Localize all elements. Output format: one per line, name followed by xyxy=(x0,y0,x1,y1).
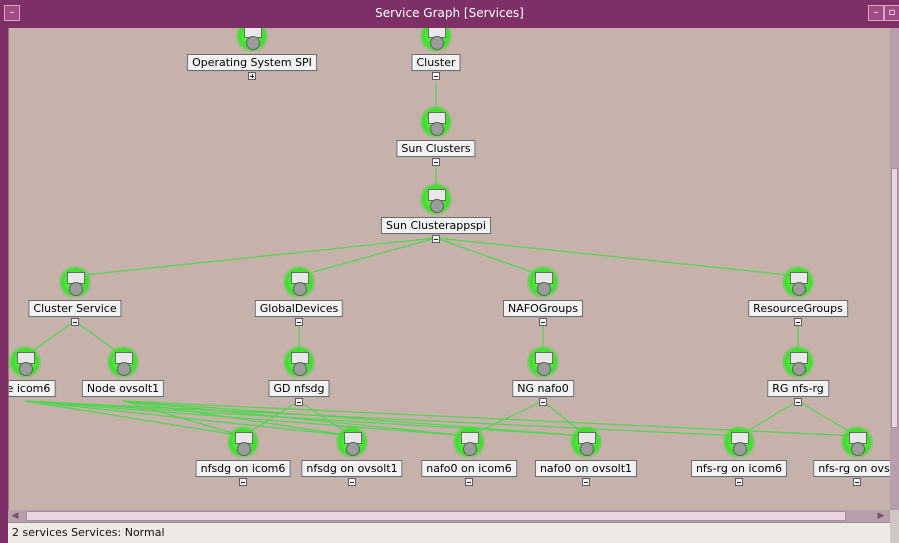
graph-node-label[interactable]: de icom6 xyxy=(9,380,56,397)
server-icon[interactable] xyxy=(9,346,41,378)
server-icon[interactable] xyxy=(453,426,485,458)
graph-node-rg-nfs-rg[interactable]: RG nfs-rg xyxy=(738,346,858,406)
graph-node-label[interactable]: GlobalDevices xyxy=(254,300,344,317)
graph-node-nfsdg-ovsolt1[interactable]: nfsdg on ovsolt1 xyxy=(292,426,412,486)
scroll-left-icon[interactable]: ◀ xyxy=(10,511,20,521)
graph-node-label[interactable]: Operating System SPI xyxy=(187,54,317,71)
graph-node-label[interactable]: nfs-rg on ovsc xyxy=(813,460,891,477)
graph-node-globaldevices[interactable]: GlobalDevices xyxy=(239,266,359,326)
graph-node-nafogroups[interactable]: NAFOGroups xyxy=(483,266,603,326)
collapse-icon[interactable] xyxy=(539,318,547,326)
expand-icon[interactable] xyxy=(248,72,256,80)
collapse-icon[interactable] xyxy=(348,478,356,486)
graph-node-nfs-rg-icom6[interactable]: nfs-rg on icom6 xyxy=(679,426,799,486)
collapse-icon[interactable] xyxy=(239,478,247,486)
server-icon[interactable] xyxy=(782,346,814,378)
server-icon[interactable] xyxy=(570,426,602,458)
server-icon[interactable] xyxy=(420,28,452,52)
window-frame-left xyxy=(0,28,8,543)
service-graph-window: – Service Graph [Services] – ▫ Operating… xyxy=(0,0,899,543)
graph-node-label[interactable]: Sun Clusterappspi xyxy=(381,217,491,234)
server-icon[interactable] xyxy=(107,346,139,378)
collapse-icon[interactable] xyxy=(71,318,79,326)
collapse-icon[interactable] xyxy=(794,318,802,326)
collapse-icon[interactable] xyxy=(432,158,440,166)
window-titlebar[interactable]: – Service Graph [Services] – ▫ xyxy=(0,0,899,28)
maximize-icon: ▫ xyxy=(888,7,896,18)
collapse-icon[interactable] xyxy=(853,478,861,486)
server-icon[interactable] xyxy=(420,106,452,138)
graph-node-os-spi[interactable]: Operating System SPI xyxy=(187,28,317,80)
graph-node-nafo0-ovsolt1[interactable]: nafo0 on ovsolt1 xyxy=(526,426,646,486)
vertical-scrollbar[interactable] xyxy=(890,28,899,510)
graph-node-cluster[interactable]: Cluster xyxy=(376,28,496,80)
graph-node-label[interactable]: Node ovsolt1 xyxy=(81,380,165,397)
graph-node-label[interactable]: Sun Clusters xyxy=(396,140,476,157)
server-icon[interactable] xyxy=(527,346,559,378)
minimize-button[interactable]: – xyxy=(868,5,884,21)
graph-node-label[interactable]: nfs-rg on icom6 xyxy=(690,460,788,477)
server-icon[interactable] xyxy=(420,183,452,215)
collapse-icon[interactable] xyxy=(432,235,440,243)
graph-node-label[interactable]: NAFOGroups xyxy=(503,300,583,317)
server-icon[interactable] xyxy=(841,426,873,458)
collapse-icon[interactable] xyxy=(295,318,303,326)
scroll-right-icon[interactable]: ▶ xyxy=(876,511,886,521)
graph-node-label[interactable]: RG nfs-rg xyxy=(767,380,829,397)
horizontal-scrollbar-thumb[interactable] xyxy=(26,511,846,521)
collapse-icon[interactable] xyxy=(582,478,590,486)
status-bar: 2 services Services: Normal xyxy=(8,522,890,543)
collapse-icon[interactable] xyxy=(295,398,303,406)
minimize-icon: – xyxy=(873,7,879,18)
server-icon[interactable] xyxy=(283,346,315,378)
vertical-scrollbar-thumb[interactable] xyxy=(891,168,898,428)
graph-node-label[interactable]: nfsdg on icom6 xyxy=(195,460,291,477)
collapse-icon[interactable] xyxy=(465,478,473,486)
collapse-icon[interactable] xyxy=(432,72,440,80)
server-icon[interactable] xyxy=(782,266,814,298)
graph-node-label[interactable]: Cluster xyxy=(411,54,461,71)
graph-node-nfsdg-icom6[interactable]: nfsdg on icom6 xyxy=(183,426,303,486)
graph-node-nafo0-icom6[interactable]: nafo0 on icom6 xyxy=(409,426,529,486)
server-icon[interactable] xyxy=(723,426,755,458)
graph-node-label[interactable]: nafo0 on ovsolt1 xyxy=(534,460,638,477)
server-icon[interactable] xyxy=(227,426,259,458)
graph-node-label[interactable]: nfsdg on ovsolt1 xyxy=(301,460,403,477)
graph-node-label[interactable]: ResourceGroups xyxy=(748,300,848,317)
graph-node-resourcegroups[interactable]: ResourceGroups xyxy=(738,266,858,326)
graph-node-gd-nfsdg[interactable]: GD nfsdg xyxy=(239,346,359,406)
server-icon[interactable] xyxy=(236,28,268,52)
horizontal-scrollbar[interactable]: ◀ ▶ xyxy=(8,510,890,522)
server-icon[interactable] xyxy=(527,266,559,298)
collapse-icon[interactable] xyxy=(539,398,547,406)
server-icon[interactable] xyxy=(59,266,91,298)
window-title: Service Graph [Services] xyxy=(375,6,524,20)
server-icon[interactable] xyxy=(283,266,315,298)
graph-node-label[interactable]: nafo0 on icom6 xyxy=(421,460,517,477)
maximize-button[interactable]: ▫ xyxy=(884,5,899,21)
collapse-icon[interactable] xyxy=(794,398,802,406)
collapse-icon[interactable] xyxy=(735,478,743,486)
server-icon[interactable] xyxy=(336,426,368,458)
graph-canvas[interactable]: Operating System SPI Cluster Sun Clusters S… xyxy=(8,28,891,510)
graph-node-cluster-service[interactable]: Cluster Service xyxy=(15,266,135,326)
graph-node-sun-clusters[interactable]: Sun Clusters xyxy=(376,106,496,166)
graph-node-label[interactable]: GD nfsdg xyxy=(268,380,330,397)
graph-node-node-ovsolt1[interactable]: Node ovsolt1 xyxy=(63,346,183,406)
graph-node-sun-clusterappspi[interactable]: Sun Clusterappspi xyxy=(376,183,496,243)
graph-node-label[interactable]: NG nafo0 xyxy=(512,380,574,397)
graph-node-label[interactable]: Cluster Service xyxy=(28,300,122,317)
graph-node-nfs-rg-ovsc[interactable]: nfs-rg on ovsc xyxy=(797,426,891,486)
graph-node-ng-nafo0[interactable]: NG nafo0 xyxy=(483,346,603,406)
